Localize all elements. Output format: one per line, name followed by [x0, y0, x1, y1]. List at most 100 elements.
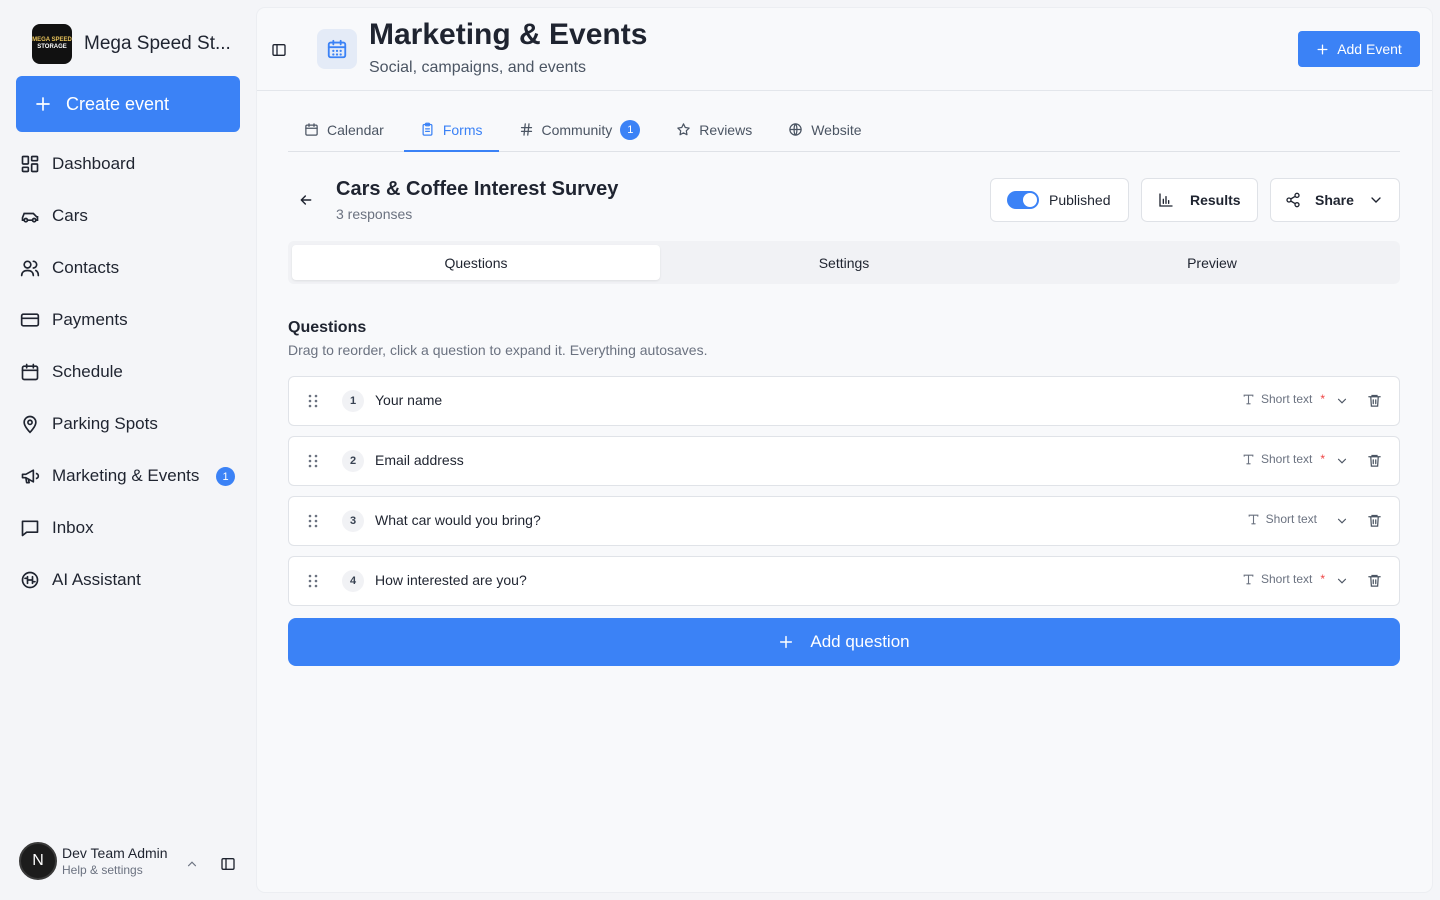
tab-label: Community: [541, 121, 613, 138]
add-question-label: Add question: [810, 632, 910, 651]
chevron-down-icon[interactable]: [1335, 514, 1349, 528]
sidebar-item-label: Schedule: [52, 362, 123, 381]
response-count: 3 responses: [336, 206, 413, 222]
tab-calendar[interactable]: Calendar: [288, 108, 400, 151]
question-row[interactable]: 1 Your name Short text *: [288, 376, 1400, 426]
question-number: 2: [342, 450, 364, 472]
share-button[interactable]: Share: [1270, 178, 1400, 222]
ai-icon: [21, 571, 39, 589]
avatar: N: [19, 842, 57, 880]
form-editor-tabs: Questions Settings Preview: [288, 241, 1400, 284]
user-info: Dev Team Admin Help & settings: [62, 845, 168, 877]
text-type-icon: [1248, 514, 1259, 524]
user-name: Dev Team Admin: [62, 845, 168, 861]
sidebar-item-contacts[interactable]: Contacts: [0, 242, 256, 294]
user-subtitle: Help & settings: [62, 863, 143, 877]
question-type: Short text: [1247, 512, 1325, 526]
questions-heading: Questions: [288, 319, 367, 336]
question-type: Short text *: [1242, 392, 1325, 406]
chevron-down-icon[interactable]: [1335, 574, 1349, 588]
question-row[interactable]: 4 How interested are you? Short text *: [288, 556, 1400, 606]
back-arrow-icon[interactable]: [298, 192, 314, 208]
questions-help-text: Drag to reorder, click a question to exp…: [288, 342, 708, 358]
sidebar-item-label: Inbox: [52, 518, 94, 537]
sidebar-item-dashboard[interactable]: Dashboard: [0, 138, 256, 190]
map-pin-icon: [23, 415, 37, 434]
sidebar-item-label: Marketing & Events: [52, 466, 200, 485]
chevron-up-icon[interactable]: [185, 857, 199, 871]
drag-handle-icon[interactable]: [308, 514, 318, 528]
brand-logo-line2: STORAGE: [37, 44, 67, 50]
sidebar-item-marketing-events[interactable]: Marketing & Events 1: [0, 450, 256, 502]
text-type-icon: [1243, 394, 1254, 404]
drag-handle-icon[interactable]: [308, 454, 318, 468]
question-type-label: Short text: [1260, 452, 1313, 466]
published-toggle[interactable]: [1007, 191, 1039, 209]
page-header: Marketing & Events Social, campaigns, an…: [257, 8, 1432, 91]
tab-label: Website: [811, 121, 862, 138]
trash-icon[interactable]: [1367, 513, 1382, 528]
tab-settings[interactable]: Settings: [660, 245, 1028, 280]
required-marker: *: [1320, 572, 1325, 586]
question-number: 4: [342, 570, 364, 592]
tab-community[interactable]: Community 1: [503, 108, 657, 151]
sidebar-collapse-icon[interactable]: [220, 856, 236, 872]
tab-questions[interactable]: Questions: [292, 245, 660, 280]
drag-handle-icon[interactable]: [308, 574, 318, 588]
sidebar-item-inbox[interactable]: Inbox: [0, 502, 256, 554]
trash-icon[interactable]: [1367, 453, 1382, 468]
sidebar-item-parking-spots[interactable]: Parking Spots: [0, 398, 256, 450]
tab-label: Forms: [442, 121, 483, 138]
brand-name: Mega Speed St...: [84, 33, 231, 54]
question-label: How interested are you?: [375, 572, 527, 588]
chevron-down-icon[interactable]: [1335, 394, 1349, 408]
plus-icon: [36, 97, 50, 111]
sidebar-item-ai-assistant[interactable]: AI Assistant: [0, 554, 256, 606]
tab-website[interactable]: Website: [772, 108, 877, 151]
drag-handle-icon[interactable]: [308, 394, 318, 408]
page-subtitle: Social, campaigns, and events: [369, 59, 587, 76]
panel-toggle-icon[interactable]: [271, 42, 287, 58]
globe-icon: [789, 123, 802, 136]
sidebar-item-payments[interactable]: Payments: [0, 294, 256, 346]
sidebar-nav: Dashboard Cars Contacts Payments Schedul…: [0, 138, 256, 606]
add-event-label: Add Event: [1337, 41, 1402, 57]
question-type-label: Short text: [1260, 392, 1313, 406]
brand-logo-line1: MEGA SPEED: [32, 37, 72, 43]
create-event-button[interactable]: Create event: [16, 76, 240, 132]
add-question-button[interactable]: Add question: [288, 618, 1400, 666]
dashboard-icon: [21, 155, 39, 173]
sidebar-item-cars[interactable]: Cars: [0, 190, 256, 242]
sidebar-item-schedule[interactable]: Schedule: [0, 346, 256, 398]
text-type-icon: [1243, 454, 1254, 464]
brand[interactable]: MEGA SPEED STORAGE Mega Speed St...: [32, 24, 231, 64]
trash-icon[interactable]: [1367, 573, 1382, 588]
brand-logo: MEGA SPEED STORAGE: [32, 24, 72, 64]
question-row[interactable]: 2 Email address Short text *: [288, 436, 1400, 486]
question-label: Your name: [375, 392, 443, 408]
question-type-label: Short text: [1265, 512, 1317, 526]
trash-icon[interactable]: [1367, 393, 1382, 408]
tab-reviews[interactable]: Reviews: [660, 108, 768, 151]
plus-icon: [1317, 44, 1328, 54]
required-marker: *: [1320, 452, 1325, 466]
star-icon: [677, 123, 691, 136]
page-title: Marketing & Events: [369, 18, 648, 51]
user-menu[interactable]: N Dev Team Admin Help & settings: [19, 842, 168, 880]
results-button[interactable]: Results: [1141, 178, 1258, 222]
add-event-button[interactable]: Add Event: [1298, 31, 1420, 67]
published-toggle-button[interactable]: Published: [990, 178, 1129, 222]
question-row[interactable]: 3 What car would you bring? Short text: [288, 496, 1400, 546]
tab-forms[interactable]: Forms: [403, 108, 499, 152]
clipboard-icon: [422, 122, 433, 136]
sidebar-item-label: AI Assistant: [52, 570, 141, 589]
form-title: Cars & Coffee Interest Survey: [336, 178, 619, 200]
published-label: Published: [1049, 192, 1111, 208]
tab-preview[interactable]: Preview: [1028, 245, 1396, 280]
chevron-down-icon[interactable]: [1335, 454, 1349, 468]
main-panel: Marketing & Events Social, campaigns, an…: [257, 8, 1432, 892]
question-list: 1 Your name Short text * 2 Email address…: [288, 376, 1400, 616]
text-type-icon: [1243, 574, 1254, 584]
car-icon: [21, 212, 39, 223]
sidebar: MEGA SPEED STORAGE Mega Speed St... Crea…: [0, 0, 256, 900]
